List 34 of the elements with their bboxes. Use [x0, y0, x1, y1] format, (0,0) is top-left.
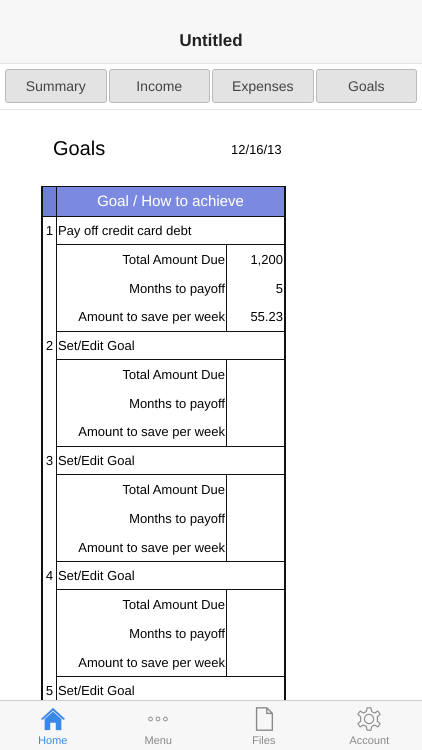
- page-title: Goals: [53, 138, 106, 160]
- goal-title[interactable]: Pay off credit card debt: [57, 217, 284, 245]
- detail-label: Total Amount Due: [57, 245, 227, 274]
- detail-label: Amount to save per week: [57, 532, 227, 562]
- goal-number: 3: [46, 452, 54, 470]
- goal-title[interactable]: Set/Edit Goal: [57, 562, 284, 590]
- goal-number: 1: [46, 222, 54, 240]
- date-label: 12/16/13: [231, 142, 282, 156]
- goal-number: 5: [46, 682, 54, 700]
- header-cell: Goal / How to achieve: [57, 187, 284, 216]
- goal-title[interactable]: Set/Edit Goal: [57, 332, 284, 360]
- detail-label: Amount to save per week: [57, 302, 227, 332]
- screen-title: Untitled: [179, 31, 243, 51]
- detail-value[interactable]: 5: [227, 274, 284, 302]
- detail-label: Total Amount Due: [57, 360, 227, 389]
- detail-label: Months to payoff: [57, 388, 227, 418]
- detail-value[interactable]: 1,200: [227, 245, 284, 274]
- detail-label: Total Amount Due: [57, 475, 227, 504]
- segment-button[interactable]: Expenses: [212, 69, 314, 103]
- segment-button[interactable]: Income: [108, 69, 210, 103]
- detail-label: Months to payoff: [57, 274, 227, 302]
- settings-icon: [356, 706, 382, 732]
- detail-label: Months to payoff: [57, 618, 227, 648]
- detail-label: Amount to save per week: [57, 648, 227, 676]
- detail-label: Months to payoff: [57, 504, 227, 532]
- house-icon: [40, 706, 66, 732]
- detail-label: Amount to save per week: [57, 417, 227, 446]
- segment-button[interactable]: Goals: [316, 69, 417, 103]
- detail-label: Total Amount Due: [57, 590, 227, 619]
- goal-number: 4: [46, 567, 54, 586]
- goal-number: 2: [46, 337, 54, 356]
- goal-title[interactable]: Set/Edit Goal: [57, 447, 284, 476]
- detail-value[interactable]: 55.23: [227, 302, 284, 332]
- segment-button[interactable]: Summary: [5, 69, 106, 103]
